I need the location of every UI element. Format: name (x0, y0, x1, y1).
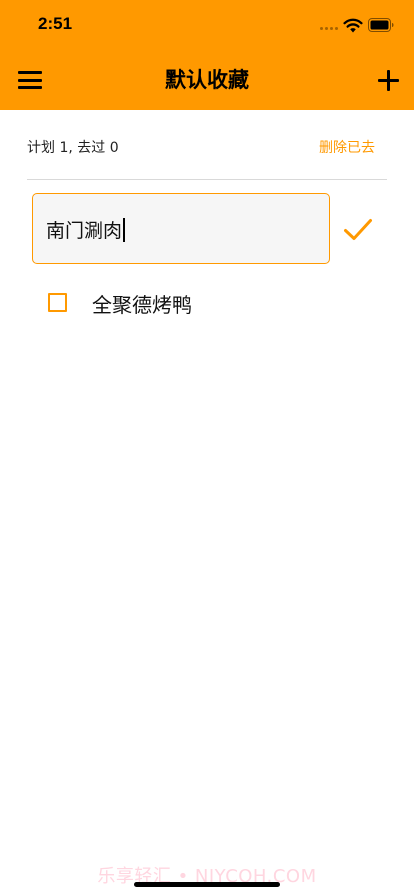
delete-visited-button[interactable]: 删除已去 (319, 137, 375, 157)
visit-summary: 计划 1, 去过 0 (27, 140, 119, 156)
checkbox-icon[interactable] (48, 293, 67, 312)
battery-icon (368, 18, 394, 32)
header-bar: 2:51 默认收藏 (0, 0, 414, 110)
checkmark-icon[interactable] (343, 217, 373, 243)
status-time: 2:51 (38, 14, 73, 33)
signal-icon (320, 27, 340, 33)
item-edit-field[interactable]: 南门涮肉 (32, 193, 330, 264)
list-item[interactable]: 全聚德烤鸭 (48, 286, 378, 318)
page-title: 默认收藏 (165, 68, 249, 92)
divider (27, 179, 387, 180)
text-caret (123, 218, 126, 242)
list-item-label: 全聚德烤鸭 (92, 293, 192, 317)
add-icon[interactable] (374, 66, 402, 94)
home-indicator (134, 882, 280, 887)
wifi-icon (343, 18, 363, 33)
app-screen: 2:51 默认收藏 计划 1, 去过 0 删除已去 南门涮肉 全聚德烤鸭 乐享轻… (0, 0, 414, 896)
item-edit-value: 南门涮肉 (46, 220, 123, 242)
